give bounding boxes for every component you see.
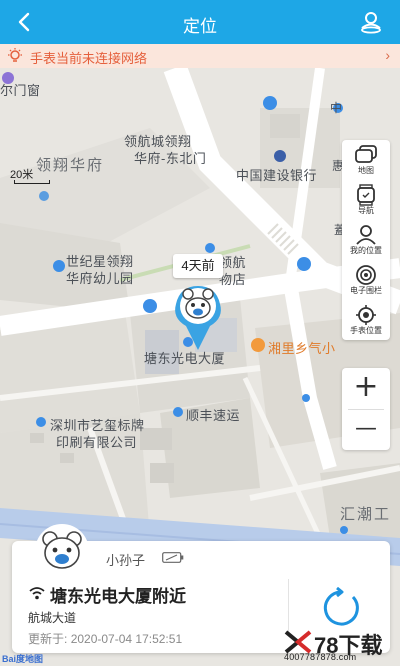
watermark: 78下载 4007787878.com [284,628,388,662]
map-label: 华府幼儿园 [66,271,134,286]
watch-location-icon [356,305,376,325]
card-divider [288,579,289,635]
scale-bar [14,180,50,184]
map-label: 汇潮工 [340,506,392,523]
updated-value: 2020-07-04 17:52:51 [70,632,183,646]
bulb-icon [8,48,22,62]
location-name: 塘东光电大厦附近 [50,587,186,606]
zoom-control: + — [342,368,390,450]
map-label: 领翔华府 [36,157,105,174]
network-warning-banner[interactable]: 手表当前未连接网络 › [0,44,400,68]
baidu-map-logo: Bai度地图 [2,654,44,664]
pin-time-label: 4天前 [173,254,223,278]
child-avatar-pin-icon [175,286,221,350]
map-scale: 20米 [10,166,50,184]
map-label: 印刷有限公司 [56,435,138,450]
map-label: 尔门窗 [0,83,41,98]
person-location-icon[interactable] [358,9,384,35]
tool-label: 地图 [358,166,374,175]
street-name: 航城大道 [28,611,77,625]
tool-my-location[interactable]: 我的位置 [342,220,390,260]
zoom-out-button[interactable]: — [342,410,390,450]
map-label: 中国建设银行 [236,168,318,183]
my-location-person-icon [356,225,376,245]
child-avatar [35,524,89,578]
page-title: 定位 [183,17,217,36]
location-pin[interactable]: 4天前 [170,254,226,354]
tool-map-layers[interactable]: 地图 [342,140,390,180]
updated-label: 更新于: [28,632,68,646]
map-label: 顺丰速运 [186,408,241,423]
tool-geofence[interactable]: 电子围栏 [342,260,390,300]
map-label: 湘里乡气小 [268,341,336,356]
zoom-in-button[interactable]: + [342,368,390,408]
tool-label: 手表位置 [350,326,382,335]
watch-navigation-icon [357,184,375,206]
wifi-icon [29,587,45,600]
map-label: 中 [330,101,343,115]
tool-navigation[interactable]: 导航 [342,180,390,220]
child-name: 小孙子 [106,553,146,568]
chevron-right-icon: › [385,47,390,63]
battery-icon [162,552,184,563]
warning-text: 手表当前未连接网络 [30,51,148,66]
map-tools-panel: 地图 导航 我的位置 电子围栏 手表位置 [342,140,390,340]
tool-label: 我的位置 [350,246,382,255]
geofence-icon [356,265,376,285]
updated-time: 更新于: 2020-07-04 17:52:51 [28,630,182,647]
top-bar: 定位 [0,0,400,44]
tool-label: 导航 [358,206,374,215]
tool-watch-location[interactable]: 手表位置 [342,300,390,340]
refresh-icon[interactable] [320,587,362,629]
watermark-phone: 4007787878.com [284,652,357,662]
watermark-logo-icon [284,630,312,654]
map-layers-icon [355,145,377,163]
tool-label: 电子围栏 [350,286,382,295]
map-label: 华府-东北门 [134,151,207,166]
